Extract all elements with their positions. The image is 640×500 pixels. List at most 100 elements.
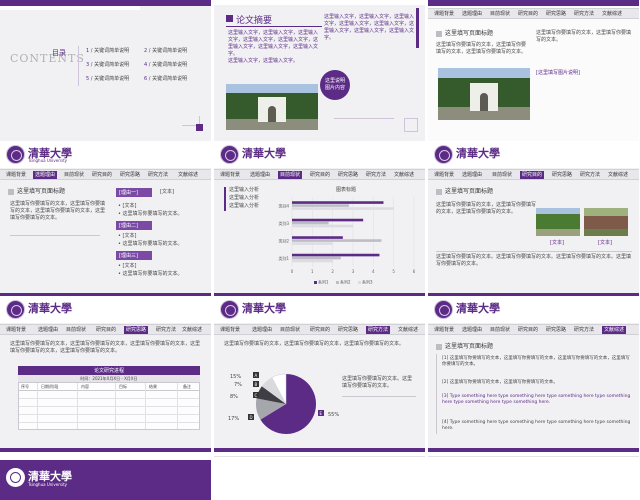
side-item: 这里输入分析 — [229, 187, 260, 193]
slide-contents[interactable]: CONTENTS 目录 1 / 关键词简单说明 2 / 关键词简单说明 3 / … — [0, 0, 211, 156]
nav-bar: 课题背景 选题理由 目前现状 研究目的 研究思路 研究方法 文献综述 — [428, 324, 639, 335]
slide-abstract[interactable]: 论文摘要 这里输入文字，这里输入文字，这里输入文字，这里输入文字，这里输入文字，… — [214, 0, 425, 156]
nav-item[interactable]: 研究目的 — [96, 327, 116, 333]
nav-item[interactable]: 目前现状 — [66, 327, 86, 333]
slide-photos[interactable]: 清華大學 课题背景 选题理由 目前现状 研究目的 研究思路 研究方法 文献综述 … — [428, 141, 639, 297]
nav-bar: 课题背景 选题理由 目前现状 研究目的 研究思路 研究方法 文献综述 — [214, 324, 425, 335]
contents-item[interactable]: 6 / 关键词简单说明 — [144, 76, 187, 83]
top-strip — [214, 0, 425, 5]
nav-item[interactable]: 研究方法 — [366, 172, 386, 178]
nav-item[interactable]: 研究目的 — [310, 327, 330, 333]
nav-item[interactable]: 选题理由 — [38, 327, 58, 333]
gate-photo — [226, 84, 318, 130]
reason-tag: [理由一] — [116, 188, 152, 197]
nav-item[interactable]: 研究思路 — [546, 327, 566, 333]
x-tick-label: 6 — [413, 269, 416, 274]
nav-item-active[interactable]: 目前现状 — [278, 171, 303, 179]
nav-item-active[interactable]: 选题理由 — [33, 171, 58, 179]
nav-item[interactable]: 课题背景 — [220, 172, 240, 178]
university-seal-icon — [6, 468, 25, 487]
nav-item[interactable]: 课题背景 — [6, 172, 26, 178]
logo-text: 清華大學 — [28, 302, 72, 315]
x-tick-label: 2 — [331, 269, 334, 274]
slide-pie[interactable]: 清華大學 课题背景 选题理由 目前现状 研究目的 研究思路 研究方法 文献综述 … — [214, 296, 425, 452]
slide-table[interactable]: 清華大學 课题背景 选题理由 目前现状 研究目的 研究思路 研究方法 文献综述 … — [0, 296, 211, 452]
bar — [292, 224, 353, 228]
nav-item[interactable]: 目前现状 — [64, 172, 84, 178]
nav-item[interactable]: 研究目的 — [518, 11, 538, 17]
nav-item[interactable]: 研究方法 — [574, 327, 594, 333]
nav-item[interactable]: 研究方法 — [580, 172, 600, 178]
slide-chart[interactable]: 清華大學 课题背景 选题理由 目前现状 研究目的 研究思路 研究方法 文献综述 … — [214, 141, 425, 297]
nav-item[interactable]: 选题理由 — [462, 11, 482, 17]
bar — [292, 204, 349, 207]
reference-4: [4] Type something here type something h… — [442, 420, 631, 431]
contents-item[interactable]: 2 / 关键词简单说明 — [144, 48, 187, 55]
nav-item[interactable]: 文献综述 — [602, 11, 622, 17]
pie-letter: C — [255, 393, 258, 398]
nav-item-active[interactable]: 研究方法 — [366, 326, 391, 334]
nav-item[interactable]: 文献综述 — [178, 172, 198, 178]
slide-closing[interactable]: 清華大學 Tsinghua University — [0, 456, 211, 500]
nav-item[interactable]: 文献综述 — [182, 327, 202, 333]
abstract-body-left-2: 这里输入文字，这里输入文字。 — [228, 58, 299, 64]
reason-bullet: • [文本] — [118, 203, 137, 209]
nav-item[interactable]: 研究方法 — [156, 327, 176, 333]
nav-item-active[interactable]: 研究目的 — [520, 171, 545, 179]
page-heading: 这里填写页面标题 — [436, 188, 493, 196]
reference-3: [3] Type something here type something h… — [442, 394, 631, 405]
nav-item[interactable]: 选题理由 — [462, 327, 482, 333]
nav-item[interactable]: 研究思路 — [120, 172, 140, 178]
nav-item[interactable]: 目前现状 — [280, 327, 300, 333]
nav-item[interactable]: 课题背景 — [434, 172, 454, 178]
contents-item[interactable]: 4 / 关键词简单说明 — [144, 62, 187, 69]
nav-item[interactable]: 文献综述 — [608, 172, 628, 178]
nav-item[interactable]: 文献综述 — [394, 172, 414, 178]
photo-caption: [文本] — [598, 240, 612, 246]
nav-item[interactable]: 研究思路 — [338, 172, 358, 178]
reason-text: [文本] — [160, 189, 174, 195]
nav-item[interactable]: 研究目的 — [92, 172, 112, 178]
contents-item[interactable]: 3 / 关键词简单说明 — [86, 62, 129, 69]
nav-item[interactable]: 研究思路 — [546, 11, 566, 17]
contents-item[interactable]: 1 / 关键词简单说明 — [86, 48, 129, 55]
table-title-bar: 论文研究进程 — [18, 366, 200, 375]
nav-item[interactable]: 课题背景 — [434, 11, 454, 17]
nav-item[interactable]: 目前现状 — [490, 327, 510, 333]
legend-label: 系列2 — [340, 279, 351, 285]
nav-item[interactable]: 课题背景 — [220, 327, 240, 333]
page-heading: 这里填写页面标题 — [8, 188, 65, 196]
bubble-text: 这里说明图片内容 — [324, 78, 345, 91]
abstract-body-left: 这里输入文字，这里输入文字，这里输入文字，这里输入文字，这里输入文字，这里输入文… — [228, 30, 319, 57]
nav-item[interactable]: 研究目的 — [518, 327, 538, 333]
nav-item[interactable]: 研究思路 — [552, 172, 572, 178]
nav-item[interactable]: 研究思路 — [338, 327, 358, 333]
nav-item[interactable]: 研究方法 — [148, 172, 168, 178]
divider — [342, 396, 416, 397]
slide-photo[interactable]: 课题背景 选题理由 目前现状 研究目的 研究思路 研究方法 文献综述 这里填写页… — [428, 0, 639, 156]
logo-sub: Tsinghua University — [28, 158, 68, 163]
nav-item[interactable]: 文献综述 — [398, 327, 418, 333]
table-header-cell: 序号 — [21, 384, 29, 389]
side-item: 这里输入分析 — [229, 195, 260, 201]
nav-item[interactable]: 课题背景 — [434, 327, 454, 333]
nav-item[interactable]: 研究方法 — [574, 11, 594, 17]
top-strip — [0, 6, 140, 10]
nav-item-active[interactable]: 文献综述 — [602, 326, 627, 334]
contents-item[interactable]: 5 / 关键词简单说明 — [86, 76, 129, 83]
bubble: 这里说明图片内容 — [320, 70, 350, 100]
nav-item[interactable]: 目前现状 — [492, 172, 512, 178]
nav-item[interactable]: 研究目的 — [310, 172, 330, 178]
slide-references[interactable]: 清華大學 课题背景 选题理由 目前现状 研究目的 研究思路 研究方法 文献综述 … — [428, 296, 639, 452]
nav-item[interactable]: 选题理由 — [462, 172, 482, 178]
nav-item[interactable]: 课题背景 — [6, 327, 26, 333]
bar — [292, 236, 343, 239]
nav-item[interactable]: 选题理由 — [250, 172, 270, 178]
side-accent — [416, 8, 419, 48]
contents-title: CONTENTS — [10, 52, 85, 65]
nav-item[interactable]: 选题理由 — [252, 327, 272, 333]
nav-item-active[interactable]: 研究思路 — [124, 326, 149, 334]
slide-reasons[interactable]: 清華大學 Tsinghua University 课题背景 选题理由 目前现状 … — [0, 141, 211, 297]
nav-item[interactable]: 目前现状 — [490, 11, 510, 17]
legend-label: 系列1 — [318, 279, 329, 285]
